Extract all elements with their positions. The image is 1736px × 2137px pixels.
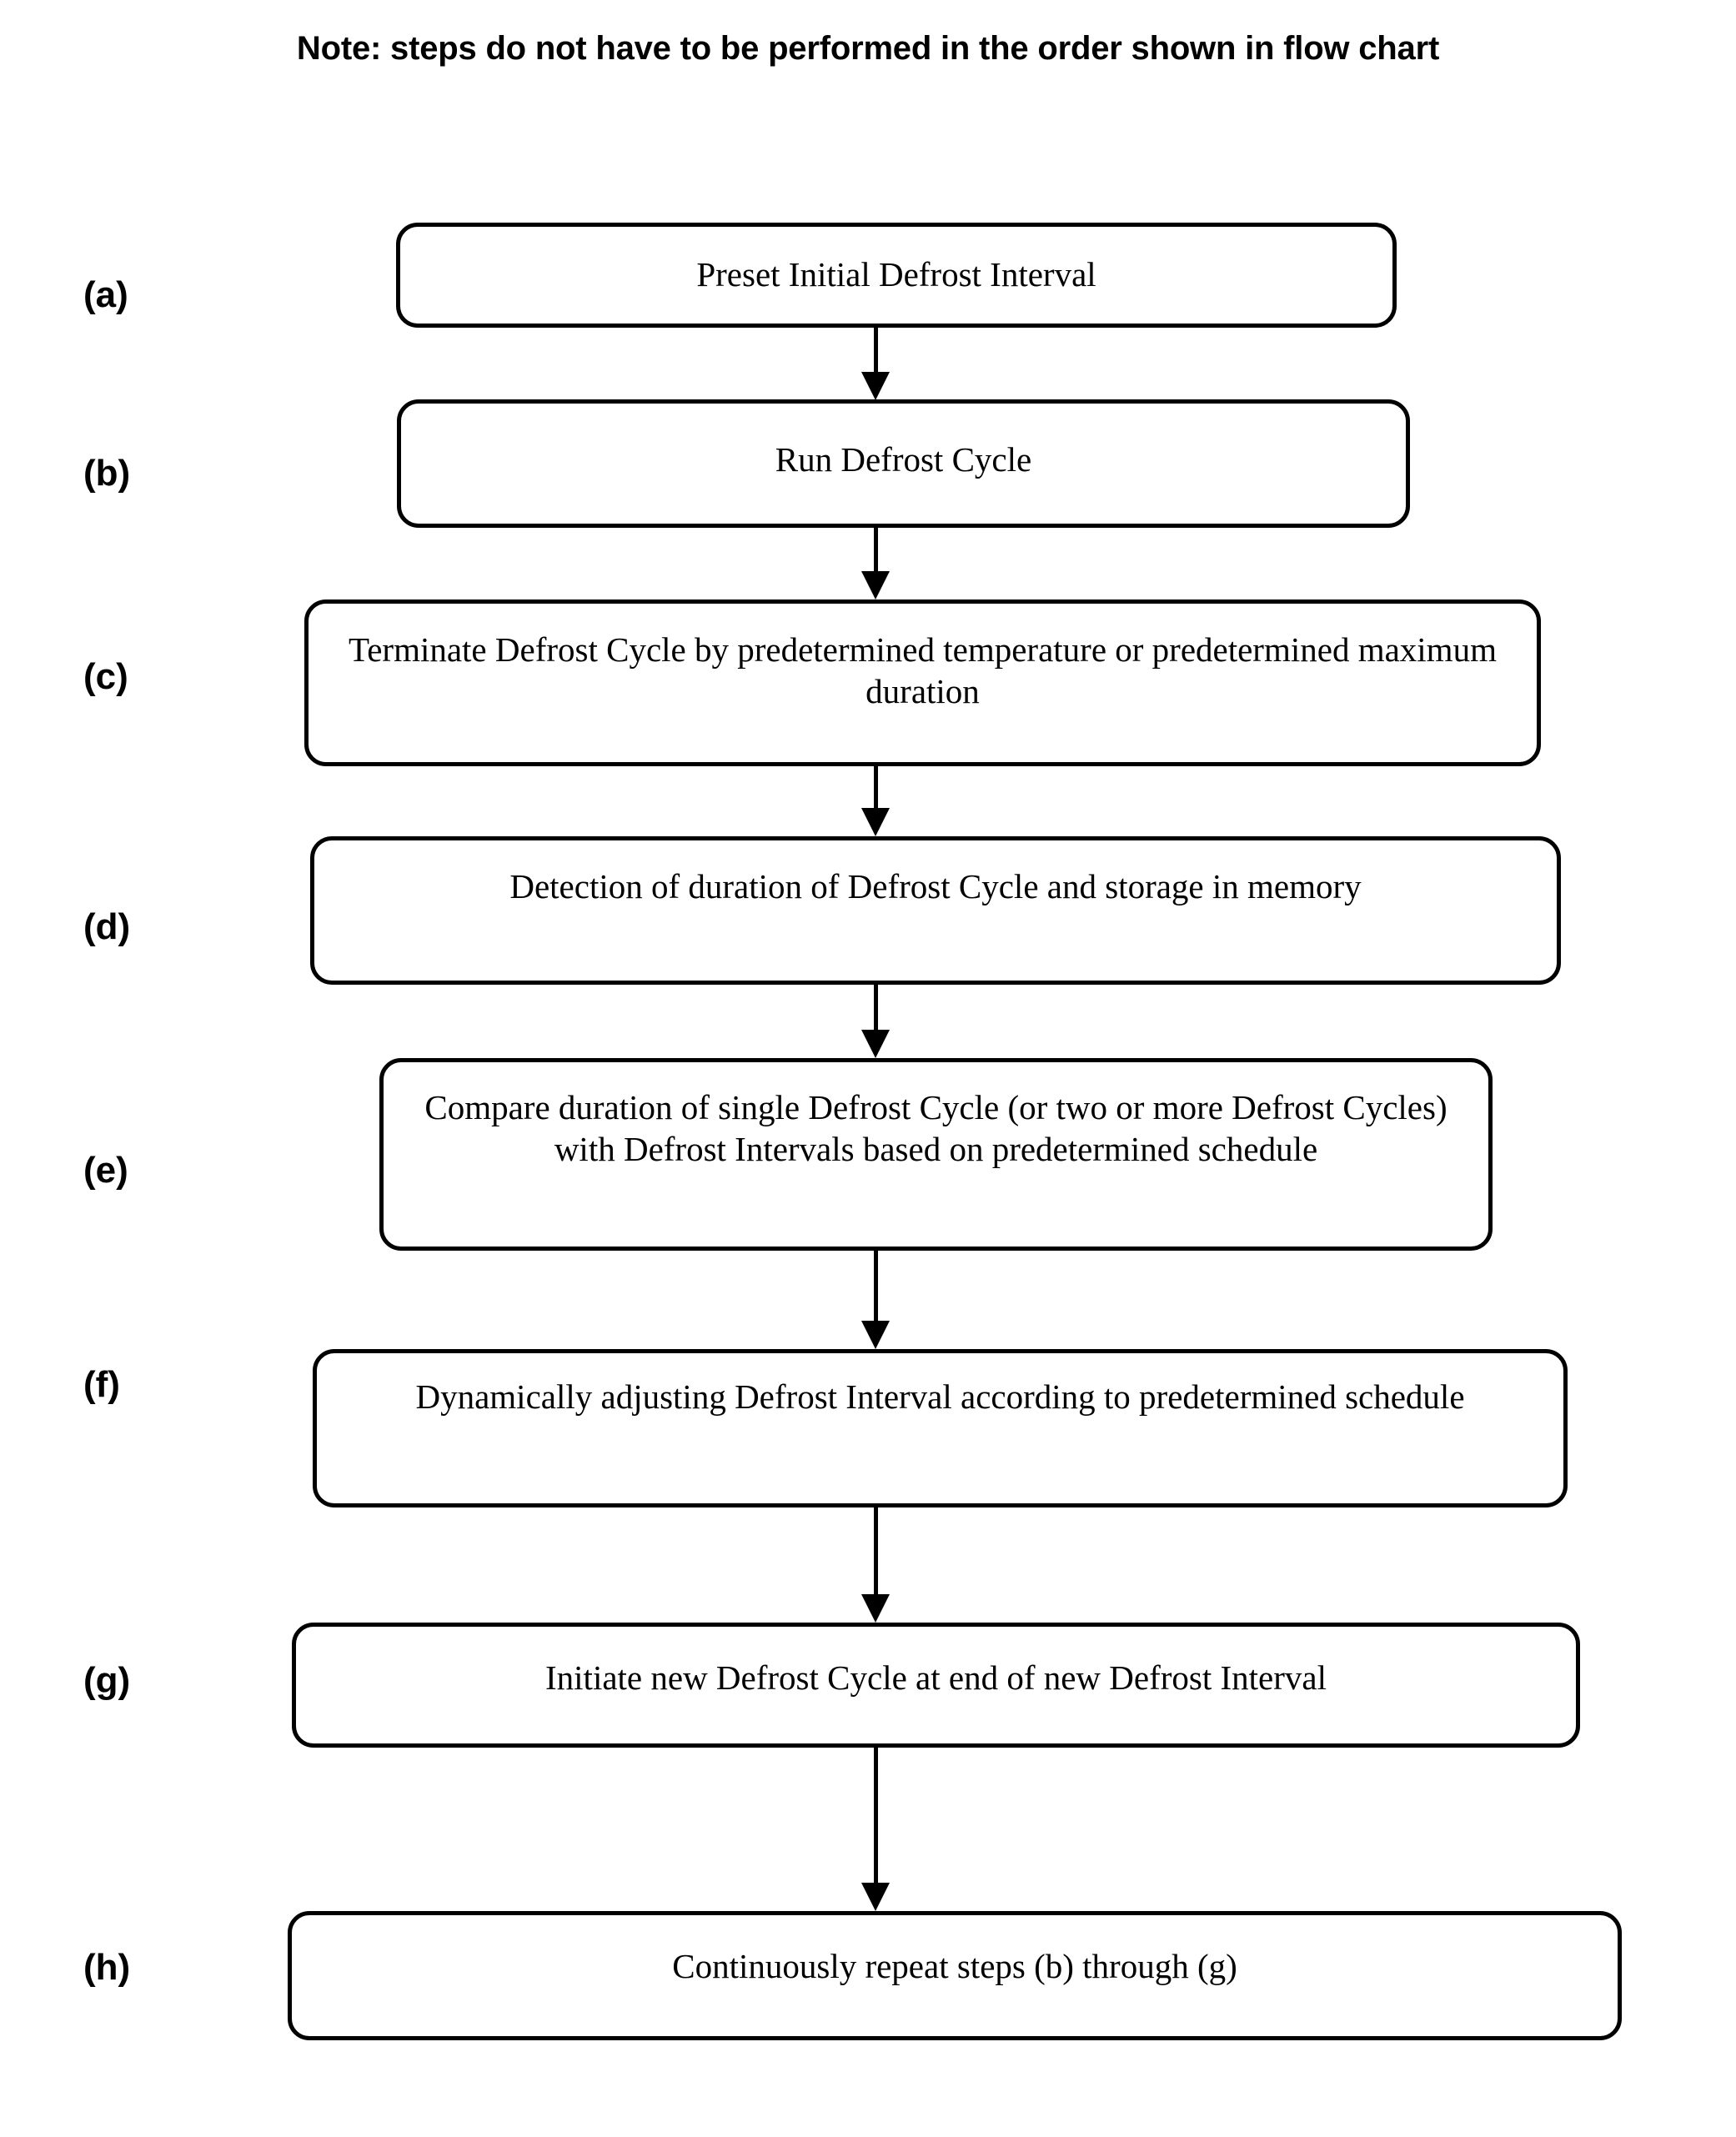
flow-box-b-text: Run Defrost Cycle [775,440,1032,479]
step-label-h: (h) [83,1947,131,1988]
flow-box-d[interactable]: Detection of duration of Defrost Cycle a… [310,836,1561,985]
flow-box-g-text: Initiate new Defrost Cycle at end of new… [545,1658,1327,1697]
flow-box-b[interactable]: Run Defrost Cycle [397,399,1410,528]
flow-box-f-text: Dynamically adjusting Defrost Interval a… [415,1377,1465,1416]
step-label-e: (e) [83,1150,128,1191]
connector-g-to-h [850,1748,901,1911]
step-label-c: (c) [83,656,128,697]
connector-c-to-d [850,766,901,836]
flow-box-a[interactable]: Preset Initial Defrost Interval [396,223,1397,328]
step-label-a: (a) [83,274,128,315]
connector-f-to-g [850,1507,901,1623]
connector-b-to-c [850,528,901,599]
step-label-b: (b) [83,453,131,494]
note-title: Note: steps do not have to be performed … [296,30,1440,67]
connector-e-to-f [850,1251,901,1349]
flow-box-d-text: Detection of duration of Defrost Cycle a… [509,867,1362,905]
flow-box-g[interactable]: Initiate new Defrost Cycle at end of new… [292,1623,1580,1748]
connector-d-to-e [850,985,901,1058]
flowchart-page: Note: steps do not have to be performed … [0,0,1736,2137]
flow-box-c[interactable]: Terminate Defrost Cycle by predetermined… [304,599,1541,766]
step-label-d: (d) [83,906,131,947]
flow-box-h-text: Continuously repeat steps (b) through (g… [672,1947,1237,1985]
step-label-f: (f) [83,1364,120,1405]
flow-box-e[interactable]: Compare duration of single Defrost Cycle… [379,1058,1493,1251]
flow-box-a-text: Preset Initial Defrost Interval [696,255,1096,293]
connector-a-to-b [850,327,901,400]
flow-box-h[interactable]: Continuously repeat steps (b) through (g… [288,1911,1622,2040]
flow-box-f[interactable]: Dynamically adjusting Defrost Interval a… [313,1349,1568,1507]
step-label-g: (g) [83,1660,131,1701]
flow-box-e-text: Compare duration of single Defrost Cycle… [424,1088,1448,1169]
flow-box-c-text: Terminate Defrost Cycle by predetermined… [349,630,1497,711]
